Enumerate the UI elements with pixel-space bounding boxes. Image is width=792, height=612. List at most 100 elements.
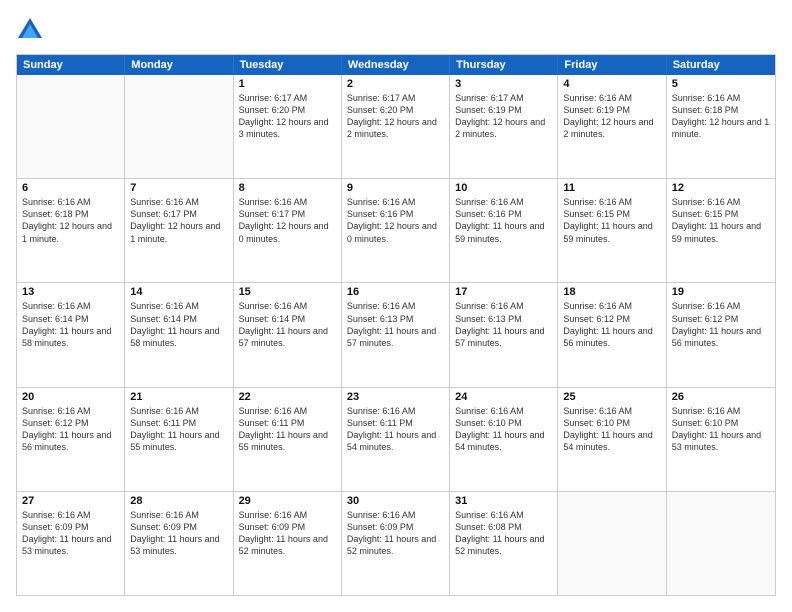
calendar-cell-r3-c0: 20Sunrise: 6:16 AM Sunset: 6:12 PM Dayli… bbox=[17, 388, 125, 491]
cell-text: Sunrise: 6:16 AM Sunset: 6:08 PM Dayligh… bbox=[455, 509, 552, 558]
day-number: 14 bbox=[130, 286, 227, 298]
cell-text: Sunrise: 6:16 AM Sunset: 6:12 PM Dayligh… bbox=[672, 300, 770, 349]
day-number: 8 bbox=[239, 182, 336, 194]
calendar-cell-r3-c5: 25Sunrise: 6:16 AM Sunset: 6:10 PM Dayli… bbox=[558, 388, 666, 491]
day-number: 29 bbox=[239, 495, 336, 507]
cell-text: Sunrise: 6:16 AM Sunset: 6:09 PM Dayligh… bbox=[239, 509, 336, 558]
calendar-cell-r0-c2: 1 Sunrise: 6:17 AM Sunset: 6:20 PM Daylig… bbox=[234, 75, 342, 178]
day-number: 10 bbox=[455, 182, 552, 194]
day-number: 31 bbox=[455, 495, 552, 507]
calendar-cell-r3-c3: 23Sunrise: 6:16 AM Sunset: 6:11 PM Dayli… bbox=[342, 388, 450, 491]
cell-text: Sunrise: 6:16 AM Sunset: 6:11 PM Dayligh… bbox=[347, 405, 444, 454]
calendar-cell-r4-c3: 30 Sunrise: 6:16 AM Sunset: 6:09 PM Dayli… bbox=[342, 492, 450, 595]
calendar-cell-r2-c3: 16 Sunrise: 6:16 AM Sunset: 6:13 PM Dayli… bbox=[342, 283, 450, 386]
calendar-cell-r0-c4: 3 Sunrise: 6:17 AM Sunset: 6:19 PM Daylig… bbox=[450, 75, 558, 178]
calendar-row-1: 6 Sunrise: 6:16 AM Sunset: 6:18 PM Daylig… bbox=[17, 178, 775, 282]
cell-text: Sunrise: 6:16 AM Sunset: 6:12 PM Dayligh… bbox=[563, 300, 660, 349]
day-number: 18 bbox=[563, 286, 660, 298]
calendar-cell-r0-c5: 4 Sunrise: 6:16 AM Sunset: 6:19 PM Daylig… bbox=[558, 75, 666, 178]
calendar-cell-r0-c3: 2 Sunrise: 6:17 AM Sunset: 6:20 PM Daylig… bbox=[342, 75, 450, 178]
cell-text: Sunrise: 6:16 AM Sunset: 6:17 PM Dayligh… bbox=[239, 196, 336, 245]
cell-text: Sunrise: 6:16 AM Sunset: 6:14 PM Dayligh… bbox=[239, 300, 336, 349]
calendar: SundayMondayTuesdayWednesdayThursdayFrid… bbox=[16, 54, 776, 596]
day-number: 28 bbox=[130, 495, 227, 507]
day-number: 30 bbox=[347, 495, 444, 507]
cell-text: Sunrise: 6:16 AM Sunset: 6:13 PM Dayligh… bbox=[455, 300, 552, 349]
day-number: 25 bbox=[563, 391, 660, 403]
day-number: 15 bbox=[239, 286, 336, 298]
cell-text: Sunrise: 6:16 AM Sunset: 6:09 PM Dayligh… bbox=[130, 509, 227, 558]
calendar-cell-r4-c4: 31 Sunrise: 6:16 AM Sunset: 6:08 PM Dayli… bbox=[450, 492, 558, 595]
calendar-cell-r2-c1: 14Sunrise: 6:16 AM Sunset: 6:14 PM Dayli… bbox=[125, 283, 233, 386]
day-number: 13 bbox=[22, 286, 119, 298]
weekday-header-friday: Friday bbox=[558, 55, 666, 75]
calendar-cell-r1-c4: 10 Sunrise: 6:16 AM Sunset: 6:16 PM Dayli… bbox=[450, 179, 558, 282]
calendar-cell-r1-c3: 9 Sunrise: 6:16 AM Sunset: 6:16 PM Daylig… bbox=[342, 179, 450, 282]
cell-text: Sunrise: 6:17 AM Sunset: 6:20 PM Dayligh… bbox=[347, 92, 444, 141]
cell-text: Sunrise: 6:16 AM Sunset: 6:15 PM Dayligh… bbox=[563, 196, 660, 245]
calendar-row-2: 13 Sunrise: 6:16 AM Sunset: 6:14 PM Dayli… bbox=[17, 282, 775, 386]
cell-text: Sunrise: 6:16 AM Sunset: 6:15 PM Dayligh… bbox=[672, 196, 770, 245]
cell-text: Sunrise: 6:16 AM Sunset: 6:16 PM Dayligh… bbox=[455, 196, 552, 245]
weekday-header-monday: Monday bbox=[125, 55, 233, 75]
day-number: 21 bbox=[130, 391, 227, 403]
cell-text: Sunrise: 6:16 AM Sunset: 6:19 PM Dayligh… bbox=[563, 92, 660, 141]
cell-text: Sunrise: 6:16 AM Sunset: 6:13 PM Dayligh… bbox=[347, 300, 444, 349]
day-number: 20 bbox=[22, 391, 119, 403]
logo-icon bbox=[16, 16, 44, 44]
calendar-cell-r1-c1: 7 Sunrise: 6:16 AM Sunset: 6:17 PM Daylig… bbox=[125, 179, 233, 282]
cell-text: Sunrise: 6:17 AM Sunset: 6:19 PM Dayligh… bbox=[455, 92, 552, 141]
cell-text: Sunrise: 6:16 AM Sunset: 6:10 PM Dayligh… bbox=[672, 405, 770, 454]
calendar-cell-r4-c6 bbox=[667, 492, 775, 595]
cell-text: Sunrise: 6:17 AM Sunset: 6:20 PM Dayligh… bbox=[239, 92, 336, 141]
calendar-cell-r1-c0: 6 Sunrise: 6:16 AM Sunset: 6:18 PM Daylig… bbox=[17, 179, 125, 282]
cell-text: Sunrise: 6:16 AM Sunset: 6:09 PM Dayligh… bbox=[22, 509, 119, 558]
cell-text: Sunrise: 6:16 AM Sunset: 6:09 PM Dayligh… bbox=[347, 509, 444, 558]
day-number: 1 bbox=[239, 78, 336, 90]
cell-text: Sunrise: 6:16 AM Sunset: 6:18 PM Dayligh… bbox=[22, 196, 119, 245]
cell-text: Sunrise: 6:16 AM Sunset: 6:18 PM Dayligh… bbox=[672, 92, 770, 141]
page: SundayMondayTuesdayWednesdayThursdayFrid… bbox=[0, 0, 792, 612]
day-number: 7 bbox=[130, 182, 227, 194]
calendar-cell-r2-c2: 15 Sunrise: 6:16 AM Sunset: 6:14 PM Dayli… bbox=[234, 283, 342, 386]
calendar-cell-r3-c6: 26Sunrise: 6:16 AM Sunset: 6:10 PM Dayli… bbox=[667, 388, 775, 491]
day-number: 5 bbox=[672, 78, 770, 90]
calendar-cell-r3-c4: 24Sunrise: 6:16 AM Sunset: 6:10 PM Dayli… bbox=[450, 388, 558, 491]
calendar-header: SundayMondayTuesdayWednesdayThursdayFrid… bbox=[17, 55, 775, 75]
day-number: 4 bbox=[563, 78, 660, 90]
cell-text: Sunrise: 6:16 AM Sunset: 6:17 PM Dayligh… bbox=[130, 196, 227, 245]
calendar-cell-r4-c2: 29 Sunrise: 6:16 AM Sunset: 6:09 PM Dayli… bbox=[234, 492, 342, 595]
day-number: 17 bbox=[455, 286, 552, 298]
calendar-cell-r0-c6: 5 Sunrise: 6:16 AM Sunset: 6:18 PM Daylig… bbox=[667, 75, 775, 178]
day-number: 3 bbox=[455, 78, 552, 90]
calendar-cell-r0-c1 bbox=[125, 75, 233, 178]
day-number: 2 bbox=[347, 78, 444, 90]
day-number: 9 bbox=[347, 182, 444, 194]
calendar-row-0: 1 Sunrise: 6:17 AM Sunset: 6:20 PM Daylig… bbox=[17, 75, 775, 178]
day-number: 22 bbox=[239, 391, 336, 403]
calendar-cell-r1-c2: 8 Sunrise: 6:16 AM Sunset: 6:17 PM Daylig… bbox=[234, 179, 342, 282]
weekday-header-sunday: Sunday bbox=[17, 55, 125, 75]
calendar-row-4: 27Sunrise: 6:16 AM Sunset: 6:09 PM Dayli… bbox=[17, 491, 775, 595]
day-number: 12 bbox=[672, 182, 770, 194]
cell-text: Sunrise: 6:16 AM Sunset: 6:16 PM Dayligh… bbox=[347, 196, 444, 245]
cell-text: Sunrise: 6:16 AM Sunset: 6:10 PM Dayligh… bbox=[455, 405, 552, 454]
calendar-cell-r2-c5: 18 Sunrise: 6:16 AM Sunset: 6:12 PM Dayli… bbox=[558, 283, 666, 386]
calendar-cell-r2-c0: 13Sunrise: 6:16 AM Sunset: 6:14 PM Dayli… bbox=[17, 283, 125, 386]
calendar-cell-r3-c1: 21 Sunrise: 6:16 AM Sunset: 6:11 PM Dayli… bbox=[125, 388, 233, 491]
calendar-cell-r1-c5: 11 Sunrise: 6:16 AM Sunset: 6:15 PM Dayli… bbox=[558, 179, 666, 282]
weekday-header-saturday: Saturday bbox=[667, 55, 775, 75]
day-number: 11 bbox=[563, 182, 660, 194]
weekday-header-tuesday: Tuesday bbox=[234, 55, 342, 75]
day-number: 16 bbox=[347, 286, 444, 298]
calendar-cell-r2-c4: 17 Sunrise: 6:16 AM Sunset: 6:13 PM Dayli… bbox=[450, 283, 558, 386]
calendar-cell-r0-c0 bbox=[17, 75, 125, 178]
day-number: 6 bbox=[22, 182, 119, 194]
calendar-cell-r2-c6: 19Sunrise: 6:16 AM Sunset: 6:12 PM Dayli… bbox=[667, 283, 775, 386]
calendar-row-3: 20Sunrise: 6:16 AM Sunset: 6:12 PM Dayli… bbox=[17, 387, 775, 491]
cell-text: Sunrise: 6:16 AM Sunset: 6:11 PM Dayligh… bbox=[130, 405, 227, 454]
calendar-cell-r3-c2: 22Sunrise: 6:16 AM Sunset: 6:11 PM Dayli… bbox=[234, 388, 342, 491]
calendar-cell-r4-c1: 28 Sunrise: 6:16 AM Sunset: 6:09 PM Dayli… bbox=[125, 492, 233, 595]
calendar-body: 1 Sunrise: 6:17 AM Sunset: 6:20 PM Daylig… bbox=[17, 75, 775, 595]
weekday-header-wednesday: Wednesday bbox=[342, 55, 450, 75]
